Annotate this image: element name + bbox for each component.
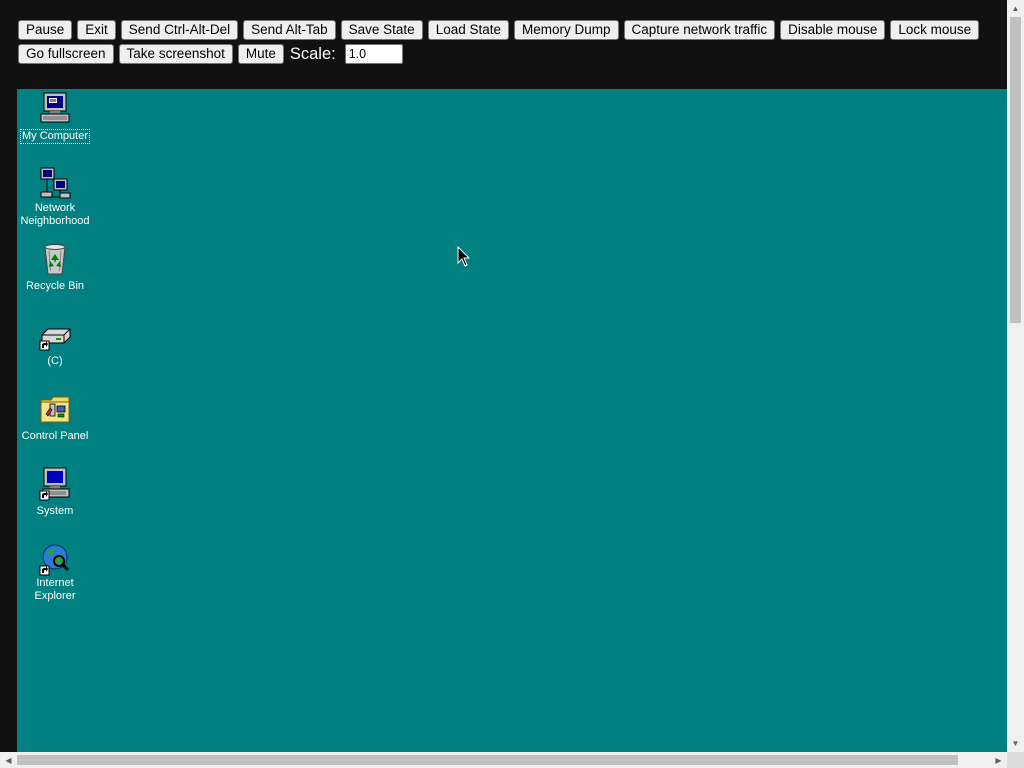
save-state-button[interactable]: Save State (340, 20, 423, 40)
horizontal-scrollbar[interactable]: ◀ ▶ (0, 752, 1007, 768)
recycle-bin-icon (38, 242, 72, 276)
desktop-icon-control-panel[interactable]: Control Panel (17, 392, 95, 444)
scrollbar-corner (1007, 752, 1024, 768)
send-ctrl-alt-del-button[interactable]: Send Ctrl-Alt-Del (120, 20, 239, 40)
take-screenshot-button[interactable]: Take screenshot (118, 44, 233, 64)
internet-explorer-icon (38, 542, 72, 576)
vertical-scrollbar[interactable]: ▲ ▼ (1007, 0, 1024, 752)
desktop-icon-label: System (36, 505, 74, 517)
scale-input[interactable] (344, 44, 403, 64)
desktop-icon-label: Network Neighborhood (20, 202, 90, 227)
vertical-scroll-thumb[interactable] (1010, 17, 1021, 323)
disable-mouse-button[interactable]: Disable mouse (780, 20, 886, 40)
desktop-icon-label: My Computer (19, 129, 91, 144)
drive-shortcut-icon (38, 317, 72, 351)
desktop-icon-internet-explorer[interactable]: Internet Explorer (17, 542, 95, 604)
emulator-toolbar: Pause Exit Send Ctrl-Alt-Del Send Alt-Ta… (18, 20, 993, 64)
pause-button[interactable]: Pause (18, 20, 73, 40)
scroll-down-arrow-icon[interactable]: ▼ (1007, 735, 1024, 752)
lock-mouse-button[interactable]: Lock mouse (890, 20, 980, 40)
desktop-icon-label: Control Panel (21, 430, 89, 442)
my-computer-icon (38, 92, 72, 126)
scroll-right-arrow-icon[interactable]: ▶ (990, 752, 1007, 768)
memory-dump-button[interactable]: Memory Dump (514, 20, 619, 40)
desktop-icon-network-neighborhood[interactable]: Network Neighborhood (17, 167, 95, 229)
exit-button[interactable]: Exit (77, 20, 116, 40)
mute-button[interactable]: Mute (237, 44, 284, 64)
emulator-page: Pause Exit Send Ctrl-Alt-Del Send Alt-Ta… (0, 0, 1024, 768)
desktop-icon-label: Recycle Bin (25, 280, 85, 292)
go-fullscreen-button[interactable]: Go fullscreen (18, 44, 114, 64)
send-alt-tab-button[interactable]: Send Alt-Tab (243, 20, 336, 40)
network-neighborhood-icon (38, 167, 72, 201)
horizontal-scroll-thumb[interactable] (17, 755, 958, 765)
desktop-icon-drive-c[interactable]: (C) (17, 317, 95, 369)
desktop-icon-my-computer[interactable]: My Computer (17, 92, 95, 144)
desktop-icon-recycle-bin[interactable]: Recycle Bin (17, 242, 95, 294)
scroll-left-arrow-icon[interactable]: ◀ (0, 752, 17, 768)
capture-network-traffic-button[interactable]: Capture network traffic (623, 20, 776, 40)
mouse-cursor-icon (457, 246, 471, 267)
scroll-up-arrow-icon[interactable]: ▲ (1007, 0, 1024, 17)
desktop-icon-label: (C) (47, 355, 63, 367)
emulator-screen[interactable]: My Computer Network Neighborhood Recycle… (17, 89, 1007, 752)
scale-label: Scale: (289, 44, 336, 63)
control-panel-icon (38, 392, 72, 426)
desktop-icon-label: Internet Explorer (34, 577, 76, 602)
desktop-icon-system[interactable]: System (17, 467, 95, 519)
system-icon (38, 467, 72, 501)
load-state-button[interactable]: Load State (427, 20, 509, 40)
